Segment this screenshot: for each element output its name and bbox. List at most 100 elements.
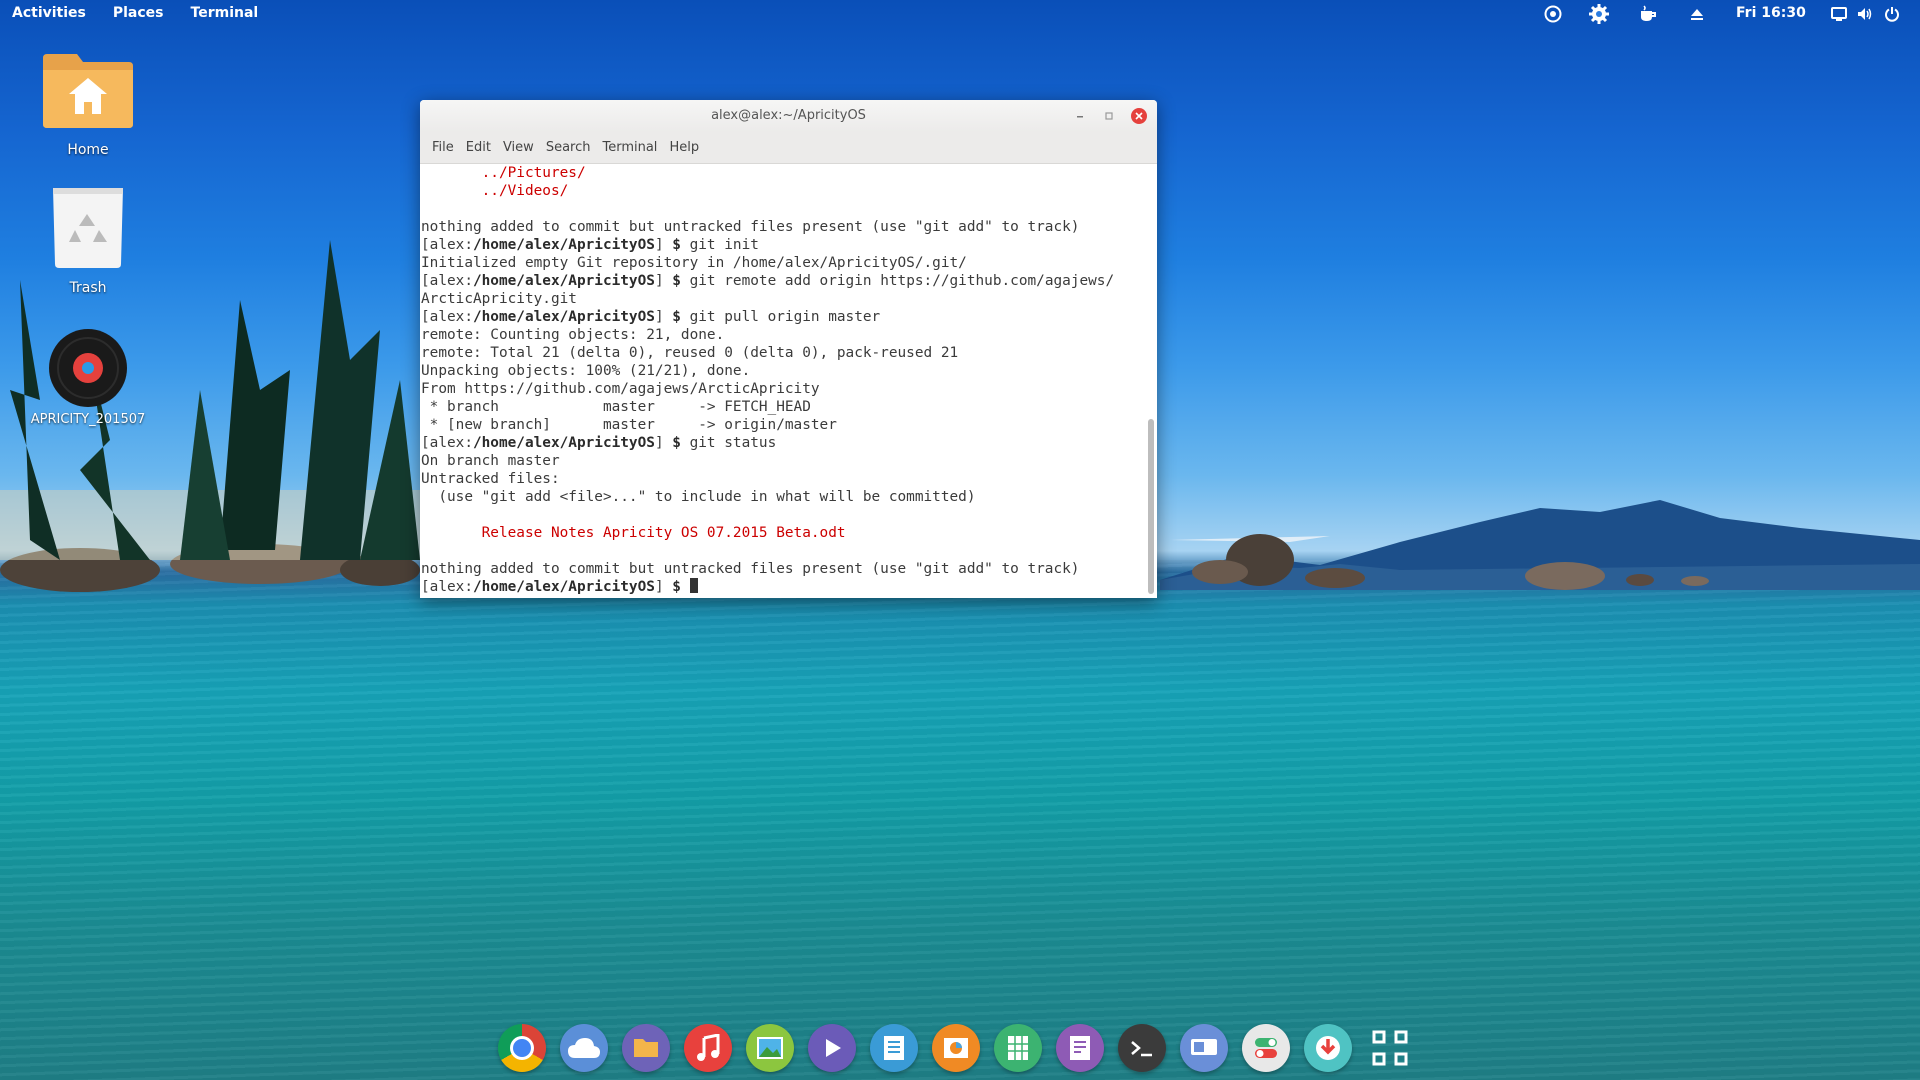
terminal-line: remote: Counting objects: 21, done.: [421, 327, 725, 343]
minimize-button[interactable]: [1072, 108, 1088, 124]
terminal-line: Initialized empty Git repository in /hom…: [421, 255, 967, 271]
prompt-end: ]: [654, 273, 673, 289]
prompt-path: /home/alex/ApricityOS: [472, 579, 655, 595]
terminal-line: * branch master -> FETCH_HEAD: [421, 399, 811, 415]
terminal-scrollbar[interactable]: [1148, 419, 1154, 594]
chrome-icon[interactable]: [498, 1024, 546, 1072]
menu-edit[interactable]: Edit: [460, 140, 497, 155]
app-menu[interactable]: Terminal: [191, 5, 259, 21]
window-titlebar[interactable]: alex@alex:~/ApricityOS: [420, 100, 1157, 132]
settings-gear-icon[interactable]: [1589, 4, 1609, 24]
prompt-path: /home/alex/ApricityOS: [472, 309, 655, 325]
prompt-path: /home/alex/ApricityOS: [472, 273, 655, 289]
prompt-user: [alex:: [421, 309, 473, 325]
top-panel: Activities Places Terminal Fri 16:30: [0, 0, 1920, 28]
desktop-trash[interactable]: Trash: [28, 186, 148, 296]
terminal-line: (use "git add <file>..." to include in w…: [421, 489, 976, 505]
volume-icon[interactable]: [1855, 4, 1875, 24]
terminal-prompt-line: [alex:/home/alex/ApricityOS] $ git remot…: [421, 272, 1157, 290]
download-icon[interactable]: [1304, 1024, 1352, 1072]
spreadsheet-icon[interactable]: [994, 1024, 1042, 1072]
prompt-user: [alex:: [421, 579, 473, 595]
terminal-line: From https://github.com/agajews/ArcticAp…: [421, 381, 820, 397]
disc-label: APRICITY_201507: [30, 412, 146, 427]
pine-trees: [0, 240, 430, 560]
prompt-end: ]: [654, 435, 673, 451]
terminal-line: ArcticApricity.git: [421, 291, 577, 307]
trash-icon: [51, 186, 125, 270]
prompt-user: [alex:: [421, 435, 473, 451]
dock: [498, 1024, 1414, 1076]
command-text: git remote add origin https://github.com…: [680, 273, 1115, 289]
settings-toggle-icon[interactable]: [1242, 1024, 1290, 1072]
trash-label: Trash: [69, 280, 107, 296]
sea-ripples: [0, 560, 1920, 1080]
coffee-cup-icon[interactable]: [1638, 4, 1658, 24]
prompt-user: [alex:: [421, 273, 473, 289]
terminal-line: ../Videos/: [421, 183, 569, 199]
display-icon[interactable]: [1180, 1024, 1228, 1072]
command-text: git init: [680, 237, 759, 253]
text-cursor: [689, 578, 698, 593]
terminal-line: Untracked files:: [421, 471, 560, 487]
power-icon[interactable]: [1882, 4, 1902, 24]
terminal-output[interactable]: ../Pictures/ ../Videos/ nothing added to…: [420, 164, 1157, 598]
screen-icon[interactable]: [1829, 4, 1849, 24]
presentation-icon[interactable]: [932, 1024, 980, 1072]
terminal-line: * [new branch] master -> origin/master: [421, 417, 837, 433]
prompt-sign: $: [672, 237, 681, 253]
terminal-line: nothing added to commit but untracked fi…: [421, 219, 1080, 235]
cloud-icon[interactable]: [560, 1024, 608, 1072]
menu-search[interactable]: Search: [540, 140, 597, 155]
menu-help[interactable]: Help: [663, 140, 705, 155]
menu-file[interactable]: File: [426, 140, 460, 155]
terminal-window[interactable]: alex@alex:~/ApricityOS File Edit View Se…: [420, 100, 1157, 598]
photos-icon[interactable]: [746, 1024, 794, 1072]
terminal-line: On branch master: [421, 453, 560, 469]
clock[interactable]: Fri 16:30: [1736, 5, 1806, 21]
places-menu[interactable]: Places: [113, 5, 164, 21]
prompt-path: /home/alex/ApricityOS: [472, 237, 655, 253]
prompt-end: ]: [654, 309, 673, 325]
terminal-line: ../Pictures/: [421, 165, 586, 181]
window-title: alex@alex:~/ApricityOS: [711, 108, 866, 123]
untracked-file: Release Notes Apricity OS 07.2015 Beta.o…: [421, 525, 846, 541]
activities-button[interactable]: Activities: [12, 5, 86, 21]
prompt-end: ]: [654, 237, 673, 253]
document-icon[interactable]: [870, 1024, 918, 1072]
command-text: git status: [680, 435, 777, 451]
app-grid-icon[interactable]: [1366, 1024, 1414, 1072]
terminal-line: remote: Total 21 (delta 0), reused 0 (de…: [421, 345, 959, 361]
terminal-prompt-line: [alex:/home/alex/ApricityOS] $ git pull …: [421, 308, 1157, 326]
terminal-line: Unpacking objects: 100% (21/21), done.: [421, 363, 751, 379]
menu-view[interactable]: View: [497, 140, 540, 155]
video-icon[interactable]: [808, 1024, 856, 1072]
terminal-prompt-line: [alex:/home/alex/ApricityOS] $ git init: [421, 236, 1157, 254]
notes-icon[interactable]: [1056, 1024, 1104, 1072]
desktop-disc[interactable]: APRICITY_201507: [28, 328, 148, 427]
terminal-line: nothing added to commit but untracked fi…: [421, 561, 1080, 577]
terminal-prompt-line: [alex:/home/alex/ApricityOS] $ git statu…: [421, 434, 1157, 452]
prompt-user: [alex:: [421, 237, 473, 253]
prompt-end: ]: [654, 579, 673, 595]
music-icon[interactable]: [684, 1024, 732, 1072]
prompt-sign: $: [672, 309, 681, 325]
menu-terminal[interactable]: Terminal: [596, 140, 663, 155]
eject-icon[interactable]: [1687, 4, 1707, 24]
maximize-button[interactable]: [1101, 108, 1117, 124]
desktop-home[interactable]: Home: [28, 48, 148, 158]
close-button[interactable]: [1131, 108, 1147, 124]
terminal-prompt-line: [alex:/home/alex/ApricityOS] $: [421, 578, 1157, 596]
menu-bar: File Edit View Search Terminal Help: [420, 132, 1157, 164]
files-icon[interactable]: [622, 1024, 670, 1072]
close-icon: [1135, 112, 1143, 120]
chat-icon[interactable]: [1543, 4, 1563, 24]
prompt-path: /home/alex/ApricityOS: [472, 435, 655, 451]
home-folder-icon: [41, 48, 135, 130]
terminal-icon[interactable]: [1118, 1024, 1166, 1072]
prompt-sign: $: [672, 435, 681, 451]
prompt-sign: $: [672, 579, 681, 595]
